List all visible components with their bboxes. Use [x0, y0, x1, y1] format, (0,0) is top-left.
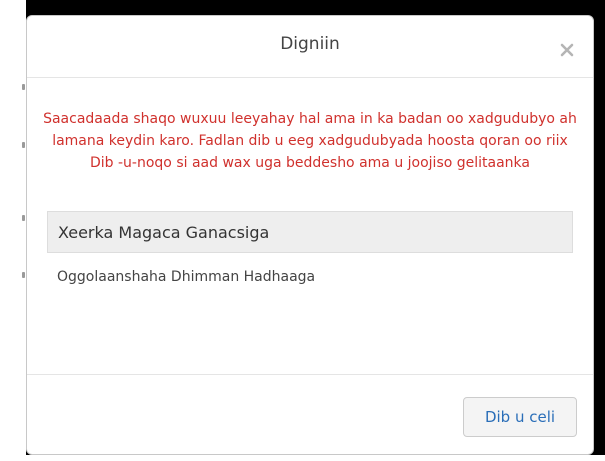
background-page-edge — [0, 0, 26, 461]
violation-item-selected[interactable]: Xeerka Magaca Ganacsiga — [47, 211, 573, 253]
background-page-edge-bottom — [0, 455, 605, 461]
close-icon[interactable] — [559, 42, 575, 58]
dialog-body: Saacadaada shaqo wuxuu leeyahay hal ama … — [27, 78, 593, 374]
dialog-footer: Dib u celi — [27, 374, 593, 454]
dialog-header: Digniin — [27, 16, 593, 78]
violation-item[interactable]: Oggolaanshaha Dhimman Hadhaaga — [47, 253, 573, 301]
back-button[interactable]: Dib u celi — [463, 397, 577, 437]
violation-list: Xeerka Magaca Ganacsiga Oggolaanshaha Dh… — [47, 211, 573, 301]
violation-label: Xeerka Magaca Ganacsiga — [58, 222, 270, 242]
background-text-fragment — [22, 142, 25, 148]
warning-dialog: Digniin Saacadaada shaqo wuxuu leeyahay … — [26, 15, 594, 455]
warning-message: Saacadaada shaqo wuxuu leeyahay hal ama … — [43, 111, 577, 171]
background-text-fragment — [22, 84, 25, 90]
background-text-fragment — [22, 272, 25, 278]
background-text-fragment — [22, 215, 25, 221]
dialog-title: Digniin — [280, 34, 340, 54]
violation-label: Oggolaanshaha Dhimman Hadhaaga — [57, 269, 316, 285]
